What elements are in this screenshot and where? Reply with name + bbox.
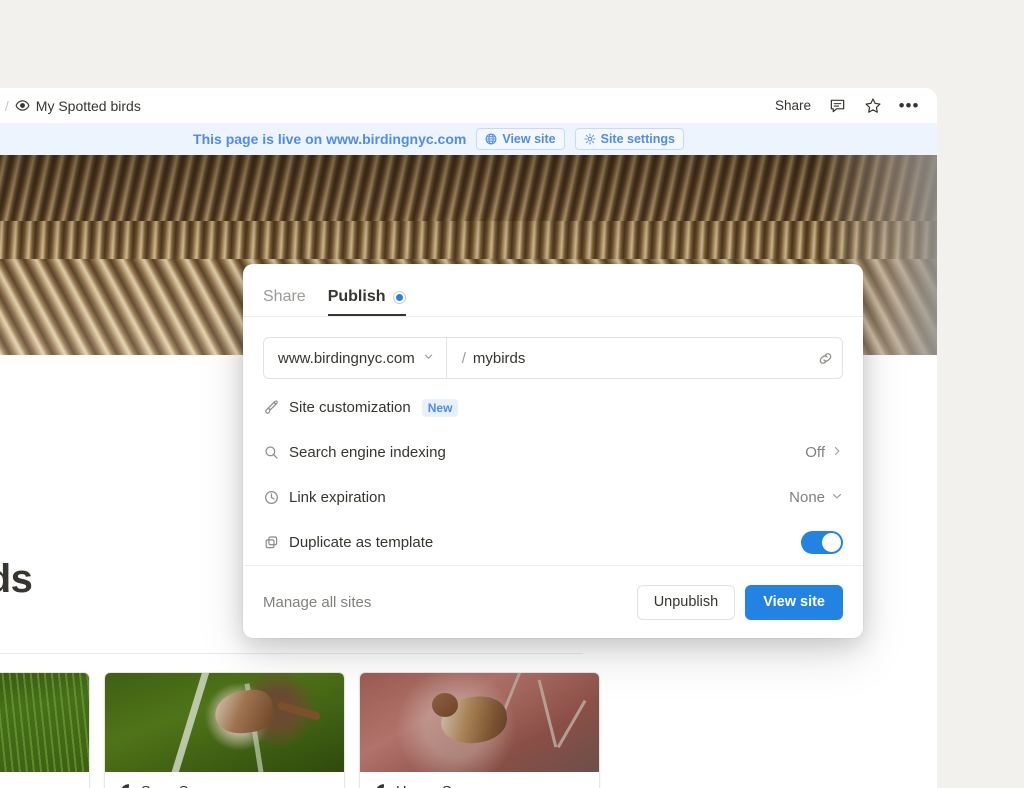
banner-site-settings-label: Site settings xyxy=(601,132,675,146)
bird-card-body xyxy=(0,772,89,788)
url-slash: / xyxy=(462,350,466,367)
bird-card-body: Song Sparrow Spotted xyxy=(105,772,344,788)
breadcrumb[interactable]: st / My Spotted birds xyxy=(0,98,141,114)
tab-publish[interactable]: Publish xyxy=(328,288,407,316)
option-label: Duplicate as template xyxy=(289,534,433,551)
star-icon[interactable] xyxy=(863,96,883,116)
branch-shape xyxy=(168,673,212,772)
manage-all-sites-link[interactable]: Manage all sites xyxy=(263,594,371,611)
bird-photo xyxy=(0,673,89,772)
domain-value: www.birdingnyc.com xyxy=(278,350,415,367)
eye-icon xyxy=(15,98,30,113)
tab-share[interactable]: Share xyxy=(263,288,306,316)
list-item[interactable]: House Sparrow Spotted xyxy=(359,672,600,788)
twig-shape xyxy=(557,700,587,749)
bird-name: House Sparrow xyxy=(396,784,496,788)
title-divider xyxy=(0,653,583,654)
option-value: Off xyxy=(805,444,825,461)
url-path-value: mybirds xyxy=(473,350,526,367)
option-value: None xyxy=(789,489,825,506)
option-duplicate-as-template[interactable]: Duplicate as template xyxy=(263,520,843,565)
url-row: www.birdingnyc.com / mybirds xyxy=(263,337,843,379)
publish-popover: Share Publish www.birdingnyc.com / mybir… xyxy=(243,264,863,638)
live-banner-message: This page is live on www.birdingnyc.com xyxy=(193,131,466,147)
option-site-customization[interactable]: Site customization New xyxy=(263,385,843,430)
publish-options: Site customization New Search engine ind… xyxy=(243,385,863,565)
more-horizontal-icon[interactable]: ••• xyxy=(899,96,919,116)
option-label: Site customization xyxy=(289,399,411,416)
banner-view-site-label: View site xyxy=(502,132,555,146)
option-label: Search engine indexing xyxy=(289,444,446,461)
bird-name-row: Song Sparrow xyxy=(117,782,332,788)
bird-name-row xyxy=(0,782,77,788)
bird-card-body: House Sparrow Spotted xyxy=(360,772,599,788)
unpublish-button[interactable]: Unpublish xyxy=(637,585,736,620)
browser-window: st / My Spotted birds Share xyxy=(0,88,937,788)
grass-texture xyxy=(0,673,89,772)
bird-head-shape xyxy=(432,693,458,717)
chevron-right-icon xyxy=(831,444,843,462)
radio-dot-icon xyxy=(393,291,406,304)
clock-icon xyxy=(263,489,289,506)
bird-photo xyxy=(360,673,599,772)
live-banner: This page is live on www.birdingnyc.com … xyxy=(0,123,937,155)
new-badge: New xyxy=(422,399,459,417)
url-path-input[interactable]: / mybirds xyxy=(447,350,808,367)
breadcrumb-current[interactable]: My Spotted birds xyxy=(36,98,141,114)
duplicate-as-template-toggle[interactable] xyxy=(801,531,843,554)
bird-shape xyxy=(212,687,275,737)
top-bar: st / My Spotted birds Share xyxy=(0,88,937,123)
twig-shape xyxy=(538,680,558,748)
list-item[interactable]: Song Sparrow Spotted xyxy=(104,672,345,788)
paintbrush-icon xyxy=(263,399,289,416)
tab-publish-label: Publish xyxy=(328,288,386,306)
bird-tail-shape xyxy=(277,701,322,721)
option-search-engine-indexing[interactable]: Search engine indexing Off xyxy=(263,430,843,475)
search-icon xyxy=(263,444,289,461)
breadcrumb-separator: / xyxy=(5,98,9,114)
feather-icon xyxy=(117,782,132,788)
option-link-expiration[interactable]: Link expiration None xyxy=(263,475,843,520)
banner-view-site-button[interactable]: View site xyxy=(476,128,564,150)
share-button[interactable]: Share xyxy=(775,98,811,113)
bird-name: Song Sparrow xyxy=(141,784,233,788)
bird-gallery: Song Sparrow Spotted xyxy=(0,672,600,788)
option-label: Link expiration xyxy=(289,489,386,506)
comment-icon[interactable] xyxy=(827,96,847,116)
list-item[interactable] xyxy=(0,672,90,788)
bird-name-row: House Sparrow xyxy=(372,782,587,788)
globe-icon xyxy=(485,133,497,145)
topbar-actions: Share ••• xyxy=(775,88,919,123)
copy-icon xyxy=(263,534,289,551)
bird-photo xyxy=(105,673,344,772)
view-site-button[interactable]: View site xyxy=(745,585,843,620)
link-icon[interactable] xyxy=(808,338,842,378)
page-title: ted birds xyxy=(0,557,32,602)
feather-icon xyxy=(372,782,387,788)
popover-footer: Manage all sites Unpublish View site xyxy=(243,565,863,638)
chevron-down-icon xyxy=(831,489,843,507)
tab-share-label: Share xyxy=(263,288,306,306)
chevron-down-icon xyxy=(423,349,434,367)
banner-site-settings-button[interactable]: Site settings xyxy=(575,128,684,150)
gear-icon xyxy=(584,133,596,145)
domain-select[interactable]: www.birdingnyc.com xyxy=(264,338,447,378)
popover-tabs: Share Publish xyxy=(243,264,863,317)
